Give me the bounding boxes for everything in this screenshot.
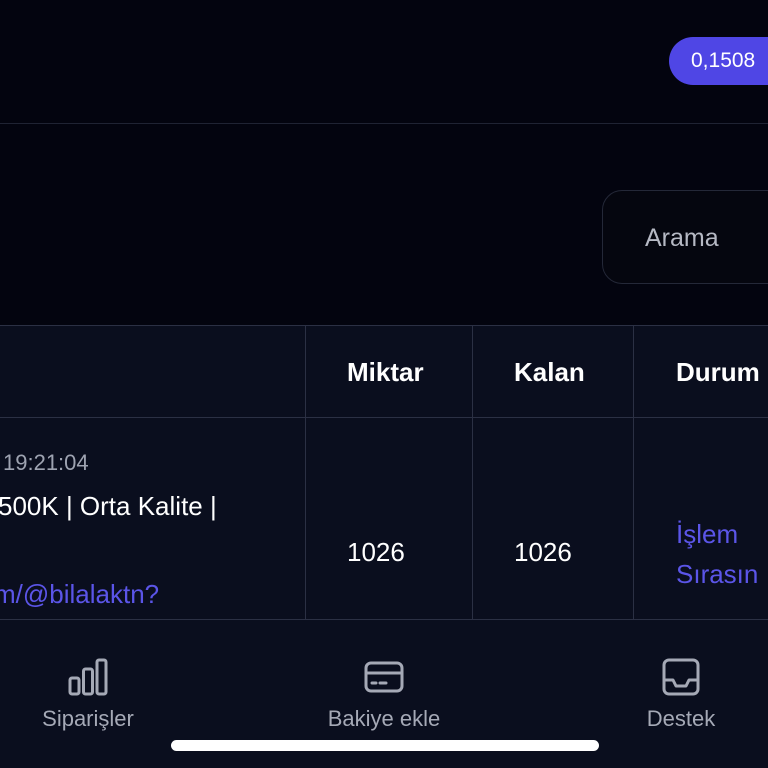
nav-add-balance-label: Bakiye ekle (327, 706, 441, 731)
order-status: İşlem Sırasın (676, 514, 758, 594)
order-time: 19:21:04 (3, 450, 89, 475)
column-divider (305, 326, 306, 621)
column-header-remaining: Kalan (514, 357, 585, 387)
orders-table: Miktar Kalan Durum 19:21:04 500K | Orta … (0, 325, 768, 621)
search-input[interactable] (645, 221, 768, 255)
search-section (0, 125, 768, 325)
app-screen: 0,1508 Miktar Kalan Durum 19:21:04 500K … (0, 0, 768, 768)
order-link[interactable]: m/@bilalaktn? (0, 579, 159, 610)
order-service: 500K | Orta Kalite | (0, 491, 217, 521)
column-header-amount: Miktar (347, 357, 424, 387)
search-box[interactable] (602, 190, 768, 284)
table-header-row: Miktar Kalan Durum (0, 326, 768, 418)
nav-orders[interactable]: Siparişler (18, 620, 158, 768)
order-status-line-2: Sırasın (676, 559, 759, 589)
order-status-line-1: İşlem (676, 519, 739, 549)
inbox-icon (662, 658, 700, 696)
top-header: 0,1508 (0, 0, 768, 124)
bar-chart-icon (68, 658, 108, 696)
nav-support-label: Destek (646, 706, 716, 731)
column-divider (633, 326, 634, 621)
balance-value: 0,1508 (691, 49, 756, 72)
credit-card-icon (364, 661, 404, 693)
column-divider (472, 326, 473, 621)
nav-support[interactable]: Destek (621, 620, 741, 768)
column-header-status: Durum (676, 357, 760, 387)
home-indicator (171, 740, 599, 751)
order-amount: 1026 (347, 537, 405, 567)
order-remaining: 1026 (514, 537, 572, 567)
balance-badge[interactable]: 0,1508 (669, 37, 768, 85)
nav-orders-label: Siparişler (42, 706, 134, 731)
